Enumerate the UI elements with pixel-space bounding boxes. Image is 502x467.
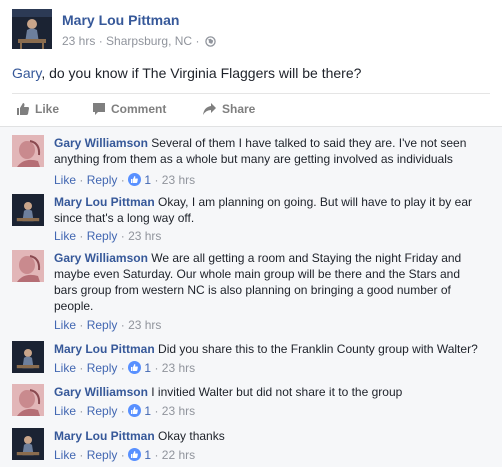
dot-separator: ·: [154, 404, 159, 418]
comment-reply-link[interactable]: Reply: [87, 173, 118, 187]
comment-like-link[interactable]: Like: [54, 318, 76, 332]
post-mention[interactable]: Gary: [12, 65, 41, 81]
dot-separator: ·: [154, 448, 159, 462]
comment-text: Mary Lou Pittman Okay, I am planning on …: [54, 194, 486, 226]
avatar-photo-icon: [12, 250, 44, 282]
dot-separator: ·: [120, 318, 125, 332]
avatar-photo-icon: [12, 384, 44, 416]
like-button-label: Like: [35, 102, 60, 116]
comment-actions: Like · Reply · 1 · 23 hrs: [54, 361, 195, 375]
share-button-label: Share: [222, 102, 256, 116]
like-badge-icon: [128, 173, 142, 186]
comment-button-label: Comment: [111, 102, 167, 116]
like-button[interactable]: Like: [16, 102, 59, 116]
post-meta: 23 hrs · Sharpsburg, NC ·: [62, 34, 216, 50]
like-badge-icon: [128, 448, 142, 461]
dot-separator: ·: [79, 173, 84, 187]
commenter-avatar[interactable]: [12, 384, 44, 416]
comment-actions: Like · Reply · 1 · 23 hrs: [54, 173, 195, 187]
post-text: Gary, do you know if The Virginia Flagge…: [12, 64, 492, 83]
comment-like-link[interactable]: Like: [54, 173, 76, 187]
dot-separator: ·: [79, 404, 84, 418]
globe-icon: [205, 36, 216, 50]
comments-section: Gary Williamson Several of them I have t…: [0, 126, 502, 467]
comment-body: Did you share this to the Franklin Count…: [158, 342, 478, 356]
comment-time[interactable]: 23 hrs: [128, 318, 161, 332]
comment-like-link[interactable]: Like: [54, 361, 76, 375]
comment-time[interactable]: 23 hrs: [162, 404, 195, 418]
commenter-avatar[interactable]: [12, 428, 44, 460]
share-button[interactable]: Share: [202, 102, 255, 116]
avatar-photo-icon: [12, 428, 44, 460]
commenter-avatar[interactable]: [12, 194, 44, 226]
speech-bubble-icon: [93, 103, 105, 115]
author-avatar[interactable]: [12, 9, 52, 49]
avatar-photo-icon: [12, 341, 44, 373]
comment-text: Mary Lou Pittman Okay thanks: [54, 428, 486, 444]
dot-separator: ·: [154, 361, 159, 375]
commenter-avatar[interactable]: [12, 250, 44, 282]
comment-reply-link[interactable]: Reply: [87, 404, 118, 418]
dot-separator: ·: [120, 404, 125, 418]
post-header: Mary Lou Pittman 23 hrs · Sharpsburg, NC…: [12, 9, 492, 55]
commenter-name[interactable]: Mary Lou Pittman: [54, 342, 155, 356]
post-location[interactable]: Sharpsburg, NC: [106, 34, 192, 48]
comment-reply-link[interactable]: Reply: [87, 361, 118, 375]
comment-text: Gary Williamson Several of them I have t…: [54, 135, 486, 167]
dot-separator: ·: [120, 448, 125, 462]
comment-time[interactable]: 22 hrs: [162, 448, 195, 462]
comment-actions: Like · Reply · 1 · 22 hrs: [54, 448, 195, 462]
avatar-photo-icon: [12, 135, 44, 167]
dot-separator: ·: [79, 448, 84, 462]
comment-like-link[interactable]: Like: [54, 404, 76, 418]
comment-like-count[interactable]: 1: [144, 361, 151, 375]
commenter-name[interactable]: Mary Lou Pittman: [54, 195, 155, 209]
comment-text: Gary Williamson I invitied Walter but di…: [54, 384, 486, 400]
comment-button[interactable]: Comment: [92, 102, 166, 116]
commenter-name[interactable]: Gary Williamson: [54, 385, 148, 399]
commenter-name[interactable]: Gary Williamson: [54, 251, 148, 265]
comment-reply-link[interactable]: Reply: [87, 448, 118, 462]
dot-separator: ·: [120, 173, 125, 187]
comment-reply-link[interactable]: Reply: [87, 229, 118, 243]
like-badge-icon: [128, 404, 142, 417]
comment-like-count[interactable]: 1: [144, 173, 151, 187]
comment-body: I invitied Walter but did not share it t…: [151, 385, 403, 399]
share-arrow-icon: [203, 103, 216, 115]
comment-reply-link[interactable]: Reply: [87, 318, 118, 332]
commenter-name[interactable]: Mary Lou Pittman: [54, 429, 155, 443]
commenter-name[interactable]: Gary Williamson: [54, 136, 148, 150]
commenter-avatar[interactable]: [12, 135, 44, 167]
dot-separator: ·: [120, 229, 125, 243]
comment-text: Mary Lou Pittman Did you share this to t…: [54, 341, 486, 357]
avatar-photo-icon: [12, 9, 52, 49]
comment-like-count[interactable]: 1: [144, 404, 151, 418]
comment-time[interactable]: 23 hrs: [162, 173, 195, 187]
comment-time[interactable]: 23 hrs: [128, 229, 161, 243]
dot-separator: ·: [79, 318, 84, 332]
dot-separator: ·: [154, 173, 159, 187]
dot-separator: ·: [120, 361, 125, 375]
dot-separator: ·: [79, 361, 84, 375]
commenter-avatar[interactable]: [12, 341, 44, 373]
comment-body: Okay thanks: [158, 429, 225, 443]
avatar-photo-icon: [12, 194, 44, 226]
comment-like-link[interactable]: Like: [54, 448, 76, 462]
post-message: , do you know if The Virginia Flaggers w…: [41, 65, 362, 81]
post-author-name[interactable]: Mary Lou Pittman: [62, 12, 179, 28]
comment-text: Gary Williamson We are all getting a roo…: [54, 250, 486, 314]
meta-separator-2: ·: [195, 34, 200, 48]
comment-like-link[interactable]: Like: [54, 229, 76, 243]
comment-actions: Like · Reply · 23 hrs: [54, 229, 161, 243]
comment-actions: Like · Reply · 23 hrs: [54, 318, 161, 332]
meta-separator: ·: [98, 34, 103, 48]
post-time[interactable]: 23 hrs: [62, 34, 95, 48]
comment-time[interactable]: 23 hrs: [162, 361, 195, 375]
dot-separator: ·: [79, 229, 84, 243]
comment-like-count[interactable]: 1: [144, 448, 151, 462]
like-badge-icon: [128, 361, 142, 374]
post-actions-bar: Like Comment Share: [12, 93, 490, 126]
comment-actions: Like · Reply · 1 · 23 hrs: [54, 404, 195, 418]
thumbs-up-icon: [17, 103, 29, 115]
